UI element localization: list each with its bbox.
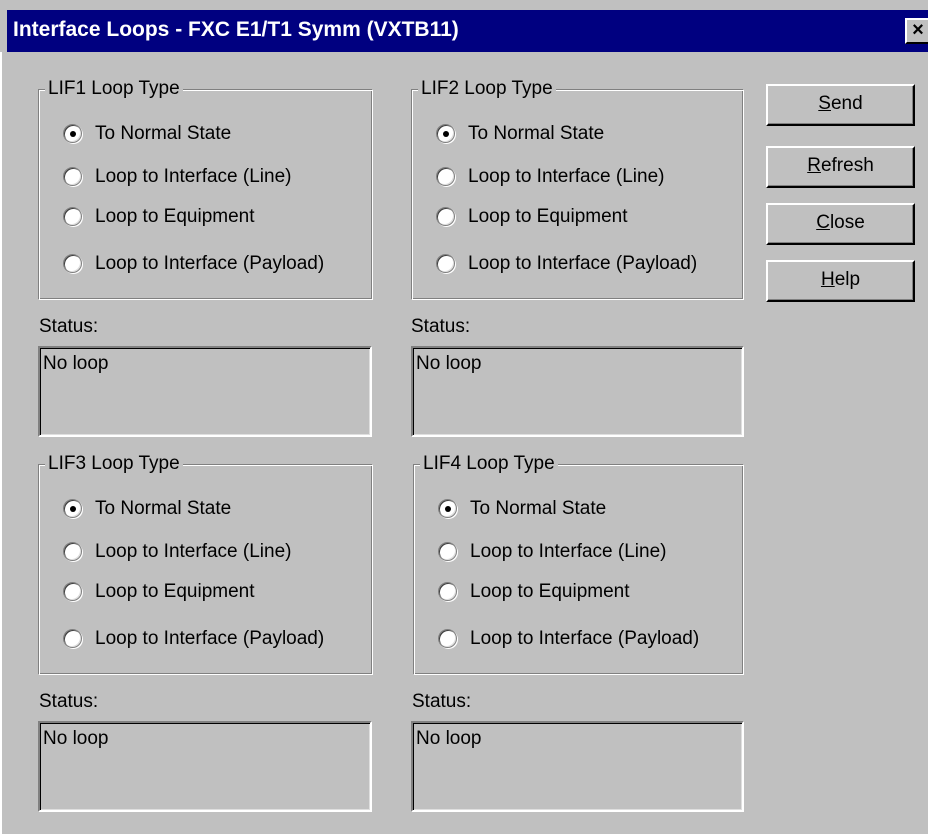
radio-button[interactable] <box>63 542 82 561</box>
lif4-group-legend: LIF4 Loop Type <box>420 452 558 476</box>
lif2-loop-type-group: LIF2 Loop Type To Normal State Loop to I… <box>411 77 744 300</box>
lif4-status-label: Status: <box>412 691 472 712</box>
mnemonic-letter: C <box>816 212 830 233</box>
radio-button[interactable] <box>63 254 82 273</box>
option-label: To Normal State <box>95 123 232 144</box>
lif1-status-box: No loop <box>38 346 372 437</box>
radio-button[interactable] <box>436 254 455 273</box>
close-icon[interactable]: × <box>905 18 928 44</box>
dialog-window: Interface Loops - FXC E1/T1 Symm (VXTB11… <box>0 0 928 834</box>
option-label: Loop to Interface (Payload) <box>95 253 325 274</box>
lif3-status-box: No loop <box>38 721 372 812</box>
window-frame-edge <box>0 52 7 834</box>
option-label: Loop to Equipment <box>95 206 255 227</box>
send-button[interactable]: Send <box>766 84 915 126</box>
option-label: Loop to Interface (Payload) <box>470 628 700 649</box>
button-label-rest: end <box>830 93 863 114</box>
lif2-group-legend: LIF2 Loop Type <box>418 77 556 101</box>
lif4-loop-type-group: LIF4 Loop Type To Normal State Loop to I… <box>413 452 744 675</box>
button-label-rest: lose <box>829 212 865 233</box>
button-label-rest: efresh <box>820 155 874 176</box>
option-label: Loop to Interface (Line) <box>468 166 665 187</box>
mnemonic-letter: R <box>807 155 821 176</box>
window-title: Interface Loops - FXC E1/T1 Symm (VXTB11… <box>13 18 459 41</box>
option-label: To Normal State <box>470 498 607 519</box>
title-bar[interactable]: Interface Loops - FXC E1/T1 Symm (VXTB11… <box>7 10 928 52</box>
option-label: To Normal State <box>468 123 605 144</box>
help-button[interactable]: Help <box>766 260 915 302</box>
radio-button[interactable] <box>436 207 455 226</box>
radio-button[interactable] <box>438 629 457 648</box>
mnemonic-letter: H <box>820 269 835 290</box>
refresh-button[interactable]: Refresh <box>766 146 915 188</box>
option-label: Loop to Interface (Line) <box>470 541 667 562</box>
radio-button[interactable] <box>436 167 455 186</box>
radio-button[interactable] <box>63 207 82 226</box>
option-label: Loop to Interface (Payload) <box>468 253 698 274</box>
button-label-rest: elp <box>834 269 861 290</box>
radio-button[interactable] <box>438 542 457 561</box>
radio-button[interactable] <box>438 499 457 518</box>
radio-button[interactable] <box>63 582 82 601</box>
option-label: Loop to Equipment <box>468 206 628 227</box>
radio-dot-icon <box>443 131 449 137</box>
lif3-group-legend: LIF3 Loop Type <box>45 452 183 476</box>
radio-dot-icon <box>70 131 76 137</box>
radio-button[interactable] <box>63 629 82 648</box>
radio-button[interactable] <box>63 124 82 143</box>
lif1-group-legend: LIF1 Loop Type <box>45 77 183 101</box>
option-label: Loop to Interface (Payload) <box>95 628 325 649</box>
lif1-status-label: Status: <box>39 316 99 337</box>
lif3-loop-type-group: LIF3 Loop Type To Normal State Loop to I… <box>38 452 373 675</box>
lif1-loop-type-group: LIF1 Loop Type To Normal State Loop to I… <box>38 77 373 300</box>
radio-button[interactable] <box>63 499 82 518</box>
radio-button[interactable] <box>63 167 82 186</box>
lif4-status-box: No loop <box>411 721 744 812</box>
mnemonic-letter: S <box>818 93 831 114</box>
option-label: Loop to Equipment <box>470 581 630 602</box>
lif2-status-box: No loop <box>411 346 744 437</box>
option-label: To Normal State <box>95 498 232 519</box>
radio-button[interactable] <box>438 582 457 601</box>
radio-button[interactable] <box>436 124 455 143</box>
option-label: Loop to Interface (Line) <box>95 541 292 562</box>
radio-dot-icon <box>445 506 451 512</box>
lif3-status-label: Status: <box>39 691 99 712</box>
close-button[interactable]: Close <box>766 203 915 245</box>
option-label: Loop to Equipment <box>95 581 255 602</box>
radio-dot-icon <box>70 506 76 512</box>
option-label: Loop to Interface (Line) <box>95 166 292 187</box>
lif2-status-label: Status: <box>411 316 471 337</box>
